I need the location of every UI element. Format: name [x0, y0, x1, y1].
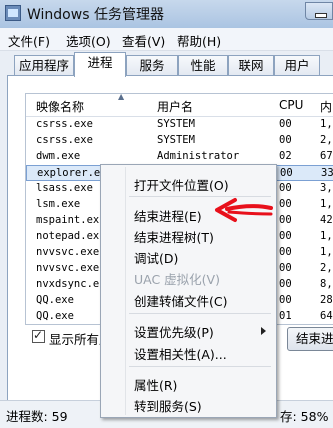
cell-cpu: 01: [279, 310, 292, 322]
menu-properties[interactable]: 属性(R): [134, 375, 177, 394]
menu-debug[interactable]: 调试(D): [134, 248, 178, 267]
cell-cpu: 00: [279, 134, 292, 146]
title-bar: Windows 任务管理器: [0, 0, 333, 28]
menu-file[interactable]: 文件(F): [8, 31, 50, 50]
cell-image-name: dwm.exe: [36, 150, 81, 162]
cell-memory: 1,: [320, 246, 333, 258]
cell-cpu: 00: [280, 167, 293, 179]
cell-image-name: csrss.exe: [36, 118, 93, 130]
sort-arrow-icon: ▲: [118, 93, 125, 101]
task-manager-icon: [5, 5, 21, 21]
cell-memory: 8,: [320, 278, 333, 290]
menu-separator: [129, 366, 271, 367]
cell-memory: 67,: [320, 150, 333, 162]
cell-cpu: 00: [279, 294, 292, 306]
red-arrow-annotation: [215, 198, 273, 222]
cell-memory: 2,: [320, 134, 333, 146]
menu-bar: 文件(F) 选项(O) 查看(V) 帮助(H): [0, 28, 333, 51]
show-all-users-checkbox[interactable]: [32, 328, 45, 343]
cell-cpu: 00: [279, 182, 292, 194]
column-user-name[interactable]: 用户名: [157, 98, 193, 115]
cell-cpu: 02: [279, 150, 292, 162]
menu-options[interactable]: 选项(O): [66, 31, 111, 50]
end-process-button[interactable]: 结束进: [287, 327, 333, 351]
tab-strip: 应用程序 进程 服务 性能 联网 用户: [0, 50, 333, 77]
tab-performance[interactable]: 性能: [178, 55, 228, 76]
menu-open-file-location[interactable]: 打开文件位置(O): [134, 175, 229, 194]
menu-end-process-tree[interactable]: 结束进程树(T): [134, 227, 214, 246]
tab-users[interactable]: 用户: [274, 55, 320, 76]
memory-usage: 存: 58%: [280, 409, 329, 424]
process-count: 进程数: 59: [6, 409, 68, 424]
menu-view[interactable]: 查看(V): [122, 31, 165, 50]
column-cpu[interactable]: CPU: [279, 98, 303, 112]
cell-cpu: 00: [279, 214, 292, 226]
cell-memory: 33,: [321, 167, 333, 179]
cell-user-name: SYSTEM: [157, 118, 195, 130]
cell-memory: 3,: [320, 182, 333, 194]
table-row[interactable]: csrss.exe SYSTEM 00 1,: [26, 117, 333, 133]
column-image-name[interactable]: 映像名称: [36, 98, 84, 115]
cell-cpu: 00: [279, 230, 292, 242]
tab-services[interactable]: 服务: [126, 55, 178, 76]
menu-create-dump-file[interactable]: 创建转储文件(C): [134, 291, 227, 310]
minimize-button[interactable]: [305, 2, 333, 20]
cell-memory: 42,: [320, 214, 333, 226]
cell-user-name: Administrator: [157, 150, 240, 162]
tab-networking[interactable]: 联网: [228, 55, 274, 76]
menu-separator: [129, 313, 271, 314]
cell-user-name: SYSTEM: [157, 134, 195, 146]
window-title: Windows 任务管理器: [27, 7, 164, 23]
cell-cpu: 00: [279, 262, 292, 274]
cell-cpu: 00: [279, 198, 292, 210]
cell-memory: 1,: [320, 198, 333, 210]
cell-image-name: csrss.exe: [36, 134, 93, 146]
submenu-arrow-icon: [261, 327, 266, 335]
cell-cpu: 00: [279, 246, 292, 258]
cell-memory: 2,: [320, 262, 333, 274]
cell-memory: 1,: [320, 118, 333, 130]
context-menu-gutter: [125, 167, 126, 415]
cell-memory: 1,: [320, 230, 333, 242]
table-row[interactable]: csrss.exe SYSTEM 00 2,: [26, 133, 333, 149]
cell-cpu: 00: [279, 118, 292, 130]
tab-processes[interactable]: 进程: [74, 52, 126, 77]
menu-set-affinity[interactable]: 设置相关性(A)...: [134, 344, 227, 363]
table-header: 映像名称 ▲ 用户名 CPU 内: [26, 94, 333, 117]
menu-uac-virtualization: UAC 虚拟化(V): [134, 272, 220, 287]
column-memory[interactable]: 内: [320, 98, 332, 115]
menu-help[interactable]: 帮助(H): [177, 31, 221, 50]
cell-cpu: 00: [279, 278, 292, 290]
cell-memory: 28,: [320, 294, 333, 306]
tab-applications[interactable]: 应用程序: [14, 55, 74, 76]
table-row[interactable]: dwm.exe Administrator 02 67,: [26, 149, 333, 165]
menu-go-to-service[interactable]: 转到服务(S): [134, 396, 202, 415]
menu-set-priority[interactable]: 设置优先级(P): [134, 322, 214, 341]
menu-end-process[interactable]: 结束进程(E): [134, 206, 202, 225]
cell-memory: 64,: [320, 310, 333, 322]
